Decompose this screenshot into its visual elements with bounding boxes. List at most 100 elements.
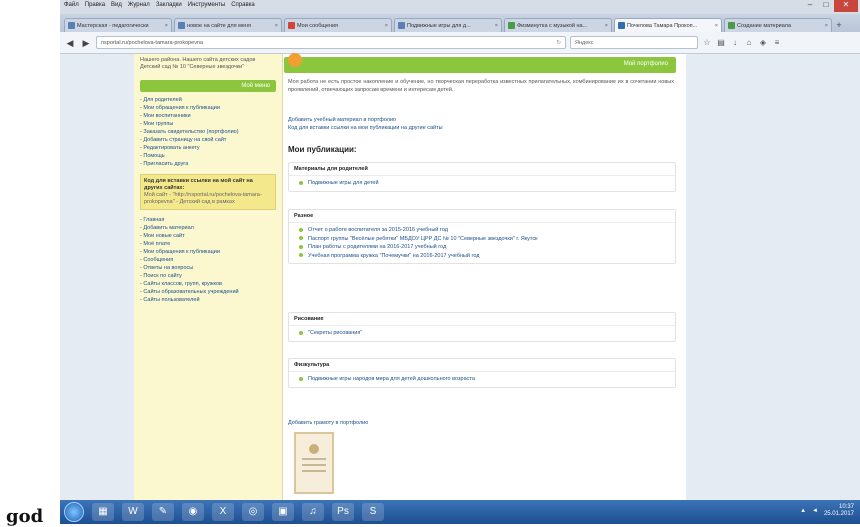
publication-link[interactable]: Подвижные игры для детей xyxy=(299,179,665,188)
menu-view[interactable]: Вид xyxy=(111,2,122,14)
certificate-thumbnail[interactable] xyxy=(294,432,334,494)
browser-tab[interactable]: Создание материала × xyxy=(724,18,832,32)
home-icon[interactable]: ⌂ xyxy=(744,38,754,48)
taskbar-camera-icon[interactable]: ◎ xyxy=(242,503,264,521)
reload-icon[interactable]: ↻ xyxy=(556,37,561,50)
tab-label: Подвижные игры для д... xyxy=(407,22,471,29)
menu-edit[interactable]: Правка xyxy=(85,2,105,14)
sidebar-item[interactable]: Мои обращения к публикации xyxy=(140,104,276,112)
volume-icon[interactable]: ◄ xyxy=(812,508,818,514)
sidebar-nav: Главная Добавить материал Мои новые сайт… xyxy=(134,216,282,304)
menu-file[interactable]: Файл xyxy=(64,2,79,14)
taskbar-skype-icon[interactable]: S xyxy=(362,503,384,521)
tab-label: Почелова Тамара Прокоп... xyxy=(627,22,698,29)
browser-tab[interactable]: Подвижные игры для д... × xyxy=(394,18,502,32)
taskbar: ▦ W ✎ ◉ X ◎ ▣ ♫ Ps S ▲ ◄ 10:37 25.01.201… xyxy=(60,500,860,524)
publication-link[interactable]: Паспорт группы "Весёлые ребятки" МБДОУ Ц… xyxy=(299,235,665,244)
taskbar-clock[interactable]: 10:37 25.01.2017 xyxy=(824,504,854,518)
taskbar-word-icon[interactable]: W xyxy=(122,503,144,521)
section-title: Материалы для родителей xyxy=(289,163,675,176)
close-tab-icon[interactable]: × xyxy=(605,23,608,29)
sidebar-link[interactable]: Сайты пользователей xyxy=(140,296,276,304)
sidebar-link[interactable]: Мои обращения к публикации xyxy=(140,248,276,256)
close-tab-icon[interactable]: × xyxy=(385,23,388,29)
taskbar-excel-icon[interactable]: X xyxy=(212,503,234,521)
publication-link[interactable]: "Секреты рисования" xyxy=(299,329,665,338)
section-title: Разное xyxy=(289,210,675,223)
browser-tab[interactable]: новое на сайте для меня × xyxy=(174,18,282,32)
sidebar-link[interactable]: Мои новые сайт xyxy=(140,232,276,240)
sidebar-link[interactable]: Ответы на вопросы xyxy=(140,264,276,272)
network-icon[interactable]: ▲ xyxy=(800,508,806,514)
publication-link[interactable]: Учебная программа кружка "Почемучки" на … xyxy=(299,252,665,261)
search-input[interactable]: Яндекс xyxy=(570,36,698,49)
sidebar-item[interactable]: Редактировать анкету xyxy=(140,144,276,152)
address-bar[interactable]: nsportal.ru/pochelova-tamara-prokopevna ↻ xyxy=(96,36,566,49)
sidebar-link[interactable]: Моё плате xyxy=(140,240,276,248)
taskbar-firefox-icon[interactable]: ◉ xyxy=(182,503,204,521)
browser-tab[interactable]: Мои сообщения × xyxy=(284,18,392,32)
close-tab-icon[interactable]: × xyxy=(275,23,278,29)
download-icon[interactable]: ↓ xyxy=(730,38,740,48)
favicon-icon xyxy=(288,22,295,29)
close-window-button[interactable]: ✕ xyxy=(834,0,858,12)
sidebar-link[interactable]: Сайты классов, групп, кружков xyxy=(140,280,276,288)
start-button[interactable] xyxy=(64,502,84,522)
taskbar-photoshop-icon[interactable]: Ps xyxy=(332,503,354,521)
publication-list: Подвижные игры для детей xyxy=(289,176,675,191)
menu-history[interactable]: Журнал xyxy=(128,2,150,14)
new-tab-button[interactable]: + xyxy=(834,20,844,32)
embed-code-box: Код для вставки ссылки на мой сайт на др… xyxy=(140,174,276,210)
sidebar-item[interactable]: Мои воспитанники xyxy=(140,112,276,120)
embed-publications-link[interactable]: Код для вставки ссылки на мои публикации… xyxy=(288,124,443,132)
menu-icon[interactable]: ≡ xyxy=(772,38,782,48)
taskbar-files-icon[interactable]: ▣ xyxy=(272,503,294,521)
publication-link[interactable]: Отчет о работе воспитателя за 2015-2016 … xyxy=(299,226,665,235)
publication-link[interactable]: План работы с родителями на 2016-2017 уч… xyxy=(299,243,665,252)
sidebar-section-title: Моё меню xyxy=(140,80,276,92)
sidebar-link[interactable]: Сообщения xyxy=(140,256,276,264)
sidebar-link[interactable]: Поиск по сайту xyxy=(140,272,276,280)
minimize-button[interactable]: – xyxy=(802,0,818,12)
back-arrow-icon[interactable]: ◀ xyxy=(64,37,76,49)
sidebar-intro: Нашего района. Нашего сайта детских садо… xyxy=(140,57,256,70)
browser-tab[interactable]: Мастерская - педагогически × xyxy=(64,18,172,32)
add-material-link[interactable]: Добавить учебный материал в портфолио xyxy=(288,116,443,124)
favicon-icon xyxy=(728,22,735,29)
sidebar-link[interactable]: Сайты образовательных учреждений xyxy=(140,288,276,296)
menu-bookmarks[interactable]: Закладки xyxy=(156,2,182,14)
close-tab-icon[interactable]: × xyxy=(165,23,168,29)
maximize-button[interactable]: □ xyxy=(818,0,834,12)
close-tab-icon[interactable]: × xyxy=(715,23,718,29)
main-content: Мой портфолио Моя работа не есть простое… xyxy=(284,53,684,500)
menu-tools[interactable]: Инструменты xyxy=(188,2,225,14)
sidebar-item[interactable]: Мои группы xyxy=(140,120,276,128)
add-certificate-link[interactable]: Добавить грамоту в портфолио xyxy=(288,420,368,426)
publication-section: Физкультура Подвижные игры народов мира … xyxy=(288,358,676,388)
taskbar-paint-icon[interactable]: ✎ xyxy=(152,503,174,521)
embed-code-text[interactable]: Мой сайт - "http://nsportal.ru/pochelova… xyxy=(144,192,272,206)
tab-label: Создание материала xyxy=(737,22,792,29)
shield-icon[interactable]: ◈ xyxy=(758,38,768,48)
close-tab-icon[interactable]: × xyxy=(495,23,498,29)
sidebar-item[interactable]: Помощь xyxy=(140,152,276,160)
taskbar-explorer-icon[interactable]: ▦ xyxy=(92,503,114,521)
bookmarks-icon[interactable]: ▤ xyxy=(716,38,726,48)
sidebar-item[interactable]: Добавить страницу на свой сайт xyxy=(140,136,276,144)
menu-help[interactable]: Справка xyxy=(231,2,255,14)
sidebar-item[interactable]: Для родителей xyxy=(140,96,276,104)
sidebar-link[interactable]: Добавить материал xyxy=(140,224,276,232)
browser-tab[interactable]: Физминутка с музыкой на... × xyxy=(504,18,612,32)
star-icon[interactable]: ☆ xyxy=(702,38,712,48)
sidebar-link[interactable]: Главная xyxy=(140,216,276,224)
taskbar-media-icon[interactable]: ♫ xyxy=(302,503,324,521)
sidebar-item[interactable]: Пригласить друга xyxy=(140,160,276,168)
browser-tab-active[interactable]: Почелова Тамара Прокоп... × xyxy=(614,18,722,32)
clock-date: 25.01.2017 xyxy=(823,511,854,517)
url-text: nsportal.ru/pochelova-tamara-prokopevna xyxy=(101,40,204,46)
publication-link[interactable]: Подвижные игры народов мира для детей до… xyxy=(299,375,665,384)
sidebar-item[interactable]: Заказать свидетельство (портфолио) xyxy=(140,128,276,136)
publication-list: "Секреты рисования" xyxy=(289,326,675,341)
forward-arrow-icon[interactable]: ▶ xyxy=(80,37,92,49)
close-tab-icon[interactable]: × xyxy=(825,23,828,29)
